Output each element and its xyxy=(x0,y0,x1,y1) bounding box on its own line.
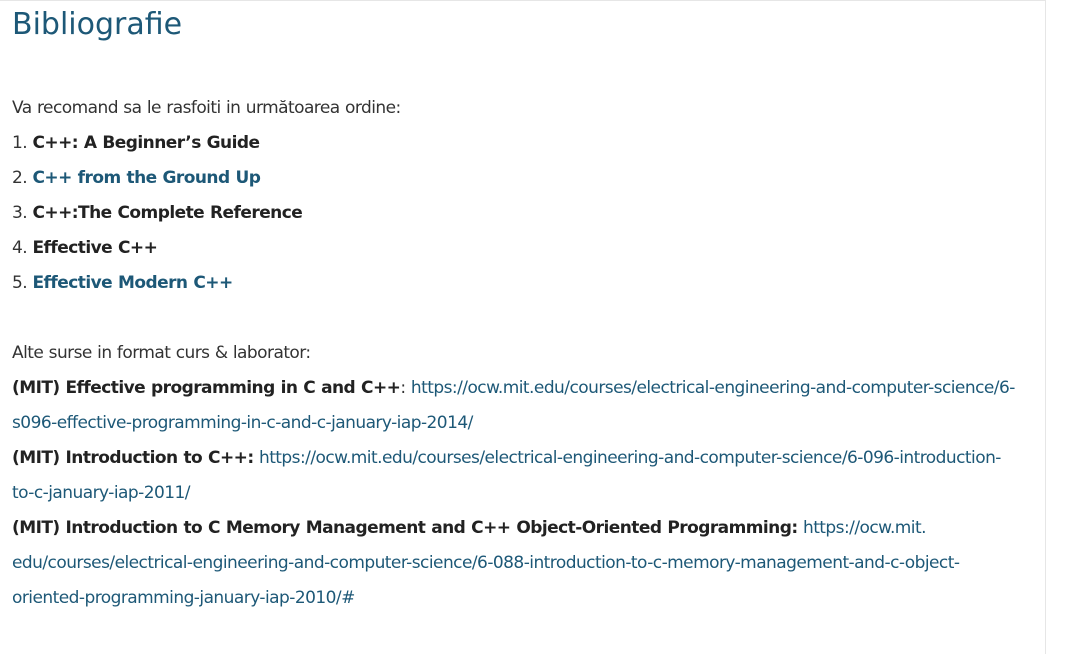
book-title: C++:The Complete Reference xyxy=(32,203,303,223)
source-label: (MIT) Introduction to C++: xyxy=(12,448,254,468)
source-url-link[interactable]: edu/courses/electrical-engineering-and-c… xyxy=(12,553,960,573)
source-label: (MIT) Effective programming in C and C++ xyxy=(12,378,401,398)
source-url-link[interactable]: oriented-programming-january-iap-2010/# xyxy=(12,588,355,608)
book-title: C++: A Beginner’s Guide xyxy=(32,133,260,153)
source-item-1-line-1: (MIT) Effective programming in C and C++… xyxy=(12,371,1032,406)
content-card: Bibliografie Va recomand sa le rasfoiti … xyxy=(0,0,1046,654)
book-number: 4. xyxy=(12,238,28,258)
book-item-2: 2. C++ from the Ground Up xyxy=(12,161,1032,196)
source-url-link[interactable]: to-c-january-iap-2011/ xyxy=(12,483,191,503)
book-link[interactable]: C++ from the Ground Up xyxy=(32,168,260,188)
source-item-2-line-2: to-c-january-iap-2011/ xyxy=(12,476,1032,511)
source-url-link[interactable]: https://ocw.mit.edu/courses/electrical-e… xyxy=(259,448,1001,468)
page: Bibliografie Va recomand sa le rasfoiti … xyxy=(0,0,1065,654)
book-title: Effective C++ xyxy=(32,238,158,258)
source-separator: : xyxy=(400,378,406,398)
source-item-2-line-1: (MIT) Introduction to C++: https://ocw.m… xyxy=(12,441,1032,476)
bibliography-intro: Va recomand sa le rasfoiti in următoarea… xyxy=(12,98,401,118)
source-item-3-line-1: (MIT) Introduction to C Memory Managemen… xyxy=(12,511,1032,546)
book-number: 2. xyxy=(12,168,28,188)
source-item-3-line-2: edu/courses/electrical-engineering-and-c… xyxy=(12,546,1032,581)
book-item-3: 3. C++:The Complete Reference xyxy=(12,196,1032,231)
source-url-link[interactable]: https://ocw.mit.edu/courses/electrical-e… xyxy=(411,378,1015,398)
book-number: 1. xyxy=(12,133,28,153)
bibliography-text: Va recomand sa le rasfoiti in următoarea… xyxy=(12,91,1032,616)
source-label: (MIT) Introduction to C Memory Managemen… xyxy=(12,518,798,538)
book-item-4: 4. Effective C++ xyxy=(12,231,1032,266)
book-number: 5. xyxy=(12,273,28,293)
page-title: Bibliografie xyxy=(12,7,183,42)
book-number: 3. xyxy=(12,203,28,223)
book-link[interactable]: Effective Modern C++ xyxy=(32,273,233,293)
book-item-5: 5. Effective Modern C++ xyxy=(12,266,1032,301)
book-item-1: 1. C++: A Beginner’s Guide xyxy=(12,126,1032,161)
source-url-link[interactable]: s096-effective-programming-in-c-and-c-ja… xyxy=(12,413,473,433)
sources-intro: Alte surse in format curs & laborator: xyxy=(12,343,311,363)
source-url-link[interactable]: https://ocw.mit. xyxy=(803,518,927,538)
source-item-1-line-2: s096-effective-programming-in-c-and-c-ja… xyxy=(12,406,1032,441)
source-item-3-line-3: oriented-programming-january-iap-2010/# xyxy=(12,581,1032,616)
